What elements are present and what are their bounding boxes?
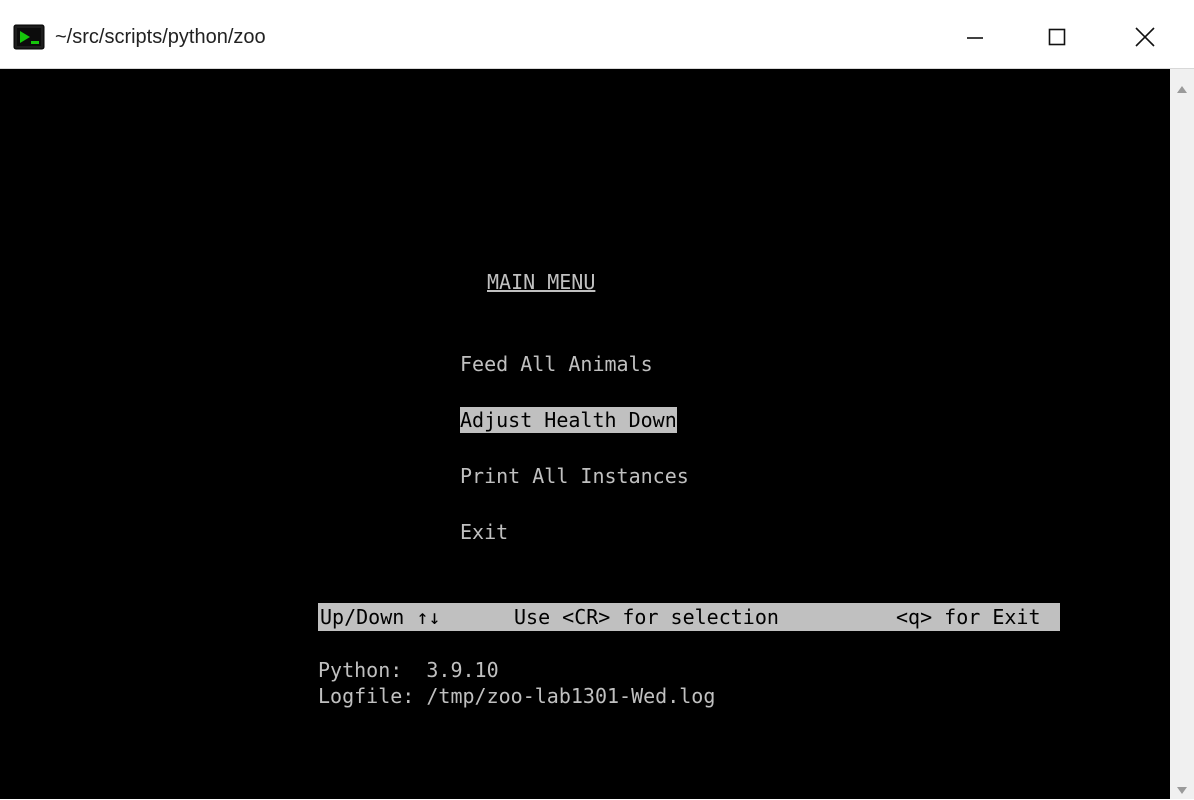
terminal-app-icon[interactable] <box>13 24 45 50</box>
maximize-icon <box>1048 28 1066 46</box>
menu-item-exit[interactable]: Exit <box>460 519 508 545</box>
menu-item-adjust-health-down[interactable]: Adjust Health Down <box>460 407 677 433</box>
scroll-down-arrow-icon[interactable] <box>1176 781 1188 800</box>
vertical-scrollbar[interactable] <box>1170 69 1194 799</box>
close-icon <box>1135 27 1155 47</box>
status-bar: Up/Down ↑↓ Use <CR> for selection <q> fo… <box>318 603 1060 631</box>
menu-item-print-all-instances[interactable]: Print All Instances <box>460 463 689 489</box>
window-title: ~/src/scripts/python/zoo <box>55 26 266 48</box>
title-bar[interactable]: ~/src/scripts/python/zoo <box>0 0 1194 69</box>
terminal-window: ~/src/scripts/python/zoo MAIN MENU Feed … <box>0 0 1194 799</box>
close-button[interactable] <box>1116 14 1174 60</box>
status-nav-hint: Up/Down ↑↓ <box>320 605 441 629</box>
python-version-line: Python: 3.9.10 <box>318 658 499 682</box>
logfile-line: Logfile: /tmp/zoo-lab1301-Wed.log <box>318 684 716 708</box>
scroll-up-arrow-icon[interactable] <box>1176 79 1188 98</box>
minimize-icon <box>967 37 983 39</box>
menu-item-feed-all-animals[interactable]: Feed All Animals <box>460 351 653 377</box>
minimize-button[interactable] <box>946 14 1004 60</box>
maximize-button[interactable] <box>1028 14 1086 60</box>
status-select-hint: Use <CR> for selection <box>514 605 779 629</box>
terminal-screen[interactable]: MAIN MENU Feed All Animals Adjust Health… <box>0 69 1170 799</box>
status-exit-hint: <q> for Exit <box>896 605 1041 629</box>
menu-title: MAIN MENU <box>487 270 596 294</box>
